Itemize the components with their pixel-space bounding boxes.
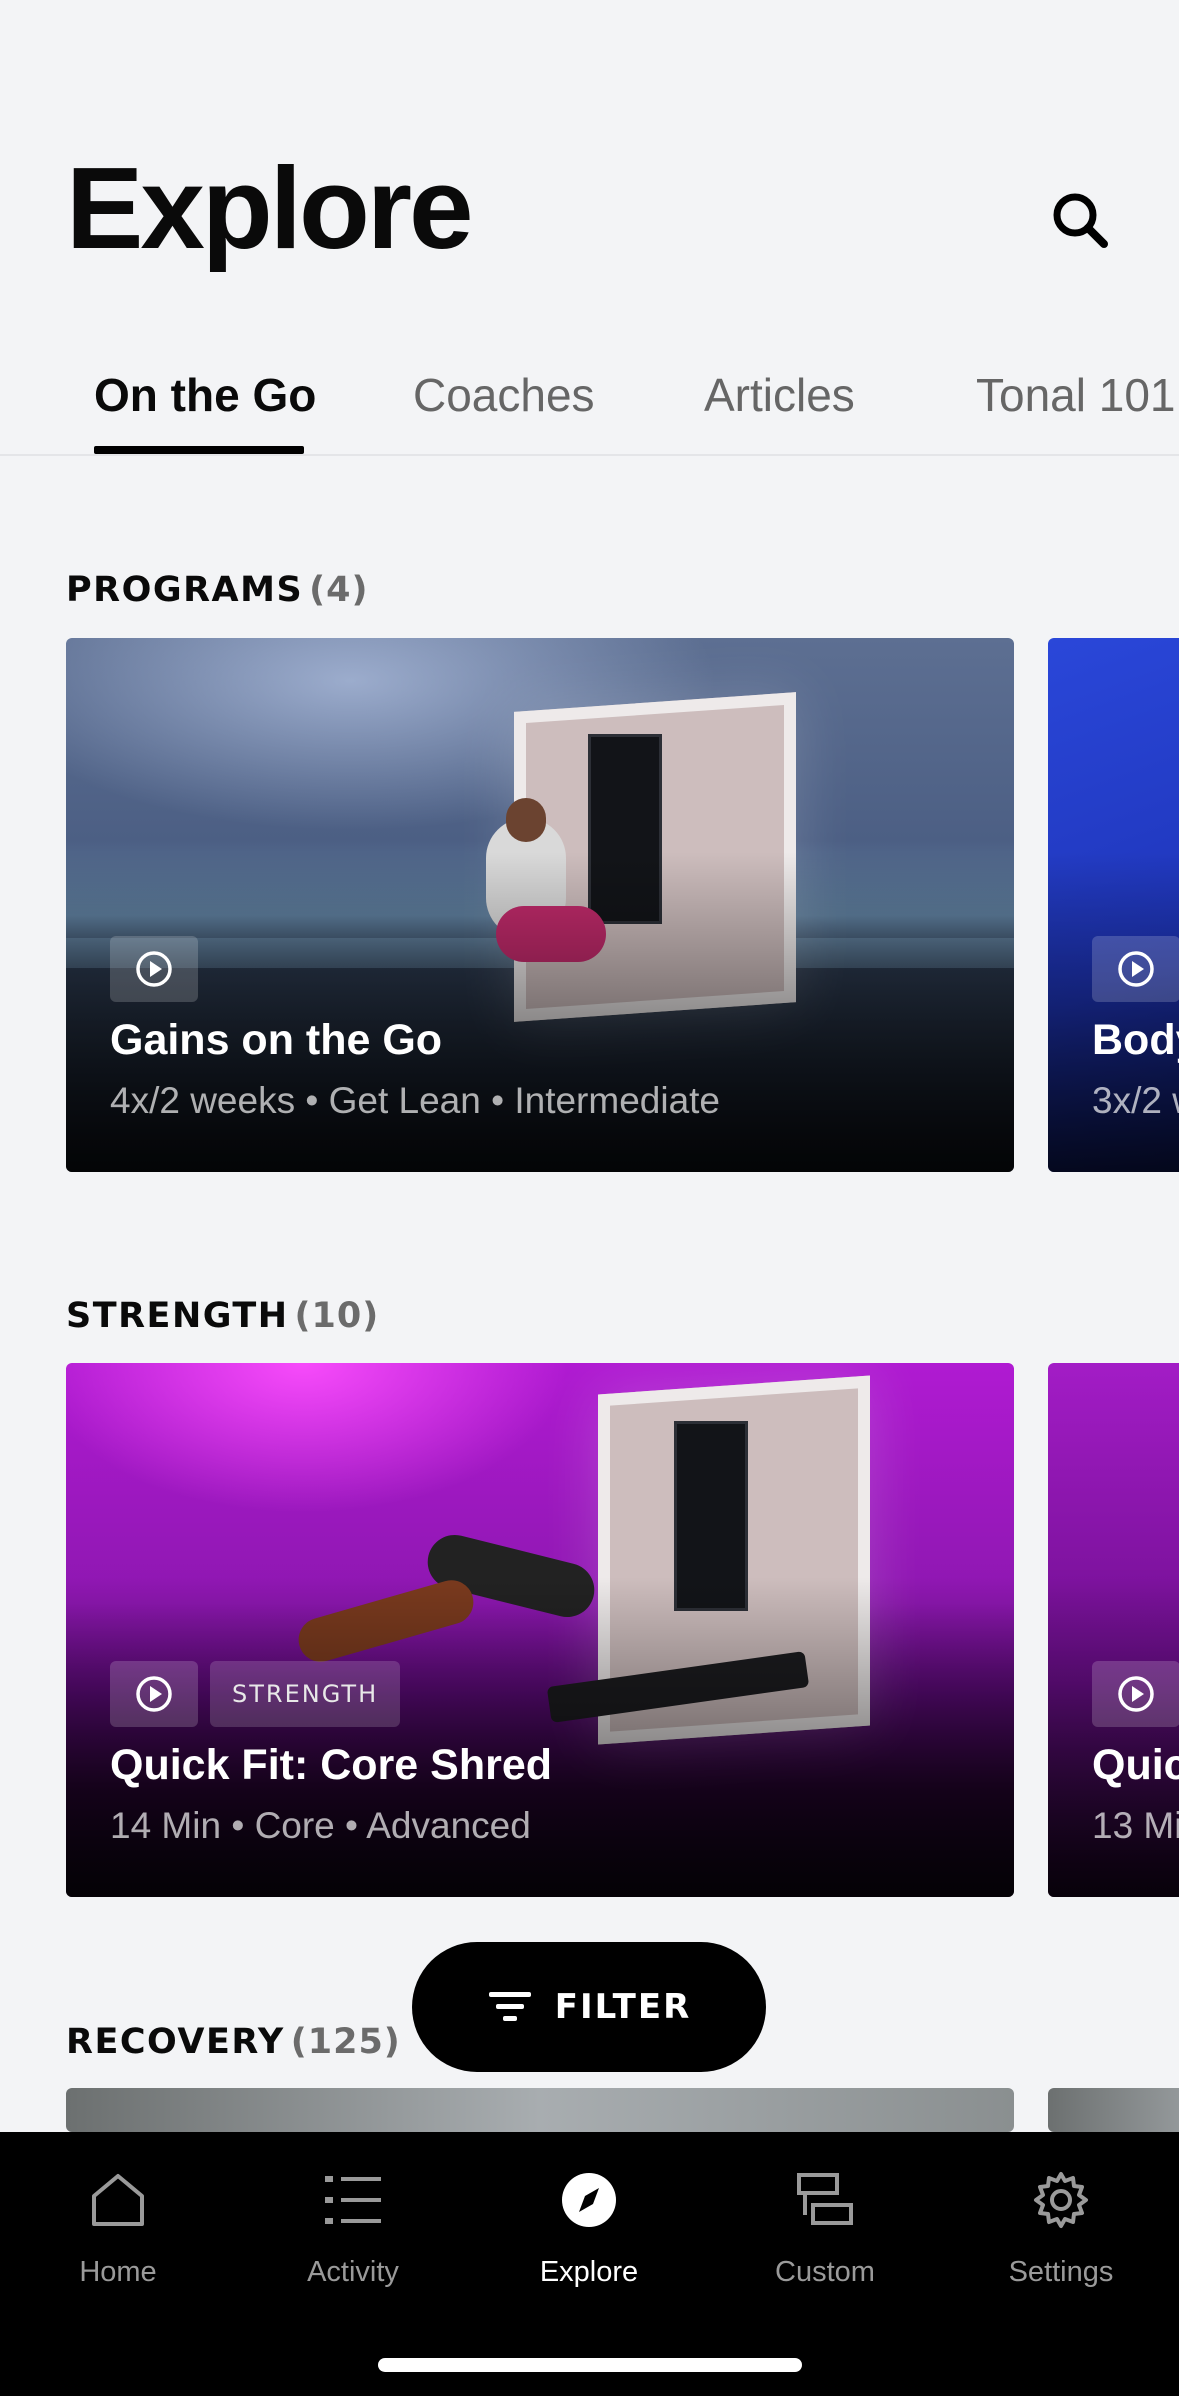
card-meta: 4x/2 weeks • Get Lean • Intermediate — [110, 1080, 721, 1121]
card-shade — [66, 1577, 1014, 1897]
section-label: STRENGTH — [66, 1296, 289, 1336]
tabbar-label: Explore — [539, 2256, 639, 2288]
compass-icon — [562, 2173, 616, 2227]
tabbar-item-home[interactable]: Home — [18, 2162, 218, 2289]
tabbar-item-activity[interactable]: Activity — [253, 2162, 453, 2289]
filter-button[interactable]: FILTER — [412, 1942, 766, 2072]
tab-coaches[interactable]: Coaches — [413, 368, 595, 422]
play-badge — [1092, 1661, 1179, 1727]
tab-tonal-101[interactable]: Tonal 101 — [976, 368, 1176, 422]
strength-rail[interactable]: STRENGTH Quick Fit: Core Shred 14 Min • … — [0, 1363, 1179, 1897]
header: Explore On the Go Coaches Articles Tonal… — [0, 0, 1179, 460]
search-icon — [1053, 193, 1108, 248]
list-icon — [325, 2176, 381, 2224]
card-meta: 14 Min • Core • Advanced — [110, 1805, 531, 1846]
filter-icon — [488, 1992, 531, 2021]
card-meta: 13 Mi — [1092, 1805, 1179, 1846]
active-tab-indicator — [94, 446, 304, 454]
play-icon — [1118, 951, 1154, 987]
tabbar-label: Custom — [775, 2256, 875, 2288]
section-title-recovery: RECOVERY (125) — [66, 2022, 401, 2062]
programs-rail[interactable]: Gains on the Go 4x/2 weeks • Get Lean • … — [0, 638, 1179, 1172]
section-count: (125) — [290, 2022, 401, 2062]
section-title-programs: PROGRAMS (4) — [66, 570, 369, 610]
card-meta: 3x/2 w — [1092, 1080, 1179, 1121]
tabbar-label: Activity — [307, 2256, 399, 2288]
section-title-strength: STRENGTH (10) — [66, 1296, 379, 1336]
tabbar-item-settings[interactable]: Settings — [961, 2162, 1161, 2289]
card-title: Quick Fit: Core Shred — [110, 1741, 553, 1789]
search-button[interactable] — [1040, 180, 1120, 260]
program-card[interactable]: Gains on the Go 4x/2 weeks • Get Lean • … — [66, 638, 1014, 1172]
card-title: Gains on the Go — [110, 1016, 443, 1064]
bottom-tab-bar: Home Activity Explore Custom Settings — [0, 2132, 1179, 2396]
play-icon — [1118, 1676, 1154, 1712]
card-shade — [1048, 1577, 1179, 1897]
custom-layout-icon — [797, 2173, 853, 2225]
home-indicator — [378, 2358, 802, 2372]
home-icon — [92, 2174, 144, 2226]
play-badge — [110, 936, 198, 1002]
tab-on-the-go[interactable]: On the Go — [94, 368, 316, 422]
play-badge — [110, 1661, 198, 1727]
strength-card[interactable]: Quic 13 Mi — [1048, 1363, 1179, 1897]
play-icon — [136, 1676, 172, 1712]
tabbar-item-custom[interactable]: Custom — [725, 2162, 925, 2289]
program-card[interactable]: Body 3x/2 w — [1048, 638, 1179, 1172]
play-icon — [136, 951, 172, 987]
section-count: (10) — [294, 1296, 380, 1336]
recovery-card[interactable] — [66, 2088, 1014, 2132]
gear-icon — [1034, 2172, 1088, 2228]
card-title: Quic — [1092, 1741, 1179, 1789]
card-shade — [66, 852, 1014, 1172]
section-count: (4) — [309, 570, 369, 610]
strength-card[interactable]: STRENGTH Quick Fit: Core Shred 14 Min • … — [66, 1363, 1014, 1897]
section-label: PROGRAMS — [66, 570, 304, 610]
tab-articles[interactable]: Articles — [704, 368, 855, 422]
category-tag: STRENGTH — [210, 1661, 401, 1727]
category-tabs: On the Go Coaches Articles Tonal 101 — [0, 350, 1179, 456]
recovery-rail[interactable] — [0, 2088, 1179, 2132]
recovery-card[interactable] — [1048, 2088, 1179, 2132]
tabbar-label: Settings — [1008, 2256, 1114, 2288]
tabbar-item-explore[interactable]: Explore — [489, 2162, 689, 2289]
play-badge — [1092, 936, 1179, 1002]
card-shade — [1048, 852, 1179, 1172]
page-title: Explore — [66, 143, 473, 273]
card-title: Body — [1092, 1016, 1179, 1064]
scene-figure-head — [506, 798, 546, 842]
section-label: RECOVERY — [66, 2022, 285, 2062]
filter-label: FILTER — [554, 1987, 692, 2027]
tabbar-label: Home — [79, 2256, 157, 2288]
